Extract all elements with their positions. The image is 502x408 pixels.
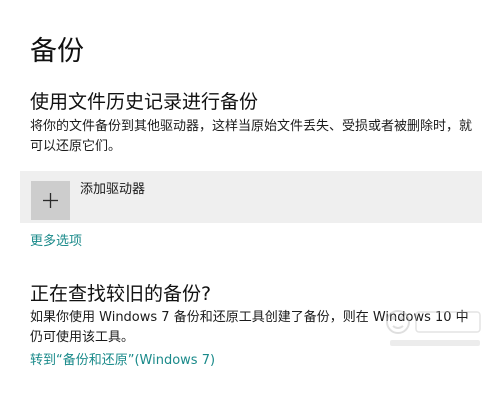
page-title: 备份 [30,36,84,67]
watermark-logo [384,300,484,352]
file-history-description: 将你的文件备份到其他驱动器，这样当原始文件丢失、受损或者被删除时，就可以还原它们… [30,119,473,154]
plus-icon [31,181,70,220]
more-options-link[interactable]: 更多选项 [30,233,82,251]
add-drive-button[interactable]: 添加驱动器 [20,171,482,223]
file-history-heading: 使用文件历史记录进行备份 [30,91,259,113]
older-backup-heading: 正在查找较旧的备份? [30,283,212,305]
backup-restore-windows7-link[interactable]: 转到“备份和还原”(Windows 7) [30,352,215,370]
settings-backup-page: 备份 使用文件历史记录进行备份 将你的文件备份到其他驱动器，这样当原始文件丢失、… [0,0,502,408]
add-drive-label: 添加驱动器 [80,182,146,197]
